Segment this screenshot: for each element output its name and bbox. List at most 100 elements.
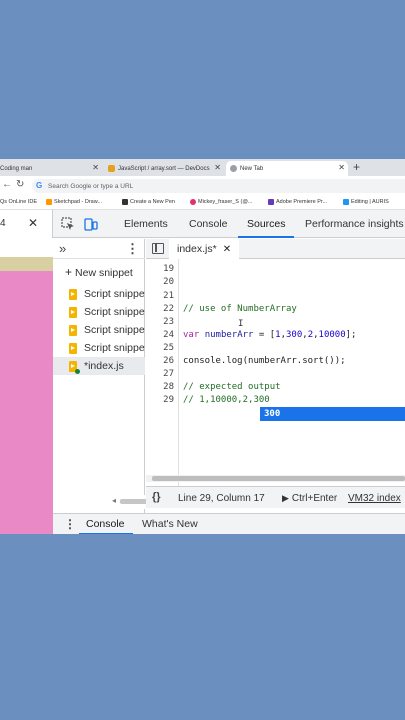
snippet-item[interactable]: Script snippet #2 [69,303,145,321]
snippet-label: Script snippet #4 [84,342,145,354]
preview-banner [0,257,53,271]
browser-tab-devdocs[interactable]: JavaScript / array.sort — DevDocs ✕ [104,161,224,176]
bookmark-item[interactable]: Create a New Pen [122,199,175,205]
bookmark-item[interactable]: Editing | AURIS [343,199,389,205]
code-line-29[interactable]: // 1,10000,2,300 [183,395,270,405]
close-tab-icon[interactable]: ✕ [214,163,221,172]
bookmark-label: Sketchpad - Draw... [54,199,102,205]
google-icon: G [36,181,43,190]
close-icon[interactable]: ✕ [28,216,38,230]
scroll-left-icon[interactable]: ◂ [112,496,116,505]
bookmark-favicon-icon [122,199,128,205]
back-arrow-icon[interactable]: ← [2,179,12,190]
snippet-file-icon [69,288,77,300]
code-line-26[interactable]: console.log(numberArr.sort()); [183,356,346,366]
editor-horizontal-scrollbar[interactable] [146,475,405,482]
code-line-28[interactable]: // expected output [183,382,281,392]
code-line-22[interactable]: // use of NumberArray [183,304,297,314]
drawer-tab-whats-new[interactable]: What's New [142,518,198,530]
autocomplete-suggestion[interactable]: 300 [260,407,405,421]
drawer-tab-console[interactable]: Console [86,518,125,530]
line-number: 20 [163,277,174,287]
browser-tab-coding-man[interactable]: Coding man ✕ [0,161,102,176]
editor-tab-bar: index.js* ✕ [146,239,405,259]
editor-file-tab[interactable]: index.js* ✕ [169,239,240,259]
bookmark-favicon-icon [268,199,274,205]
close-tab-icon[interactable]: ✕ [338,163,345,172]
bookmark-item[interactable]: Qs OnLine IDE [0,199,37,205]
devtools-toolbar: 4 ✕ Elements Console Sources Performance… [0,210,405,238]
bookmark-item[interactable]: Mickey_fraser_S (@... [190,199,252,205]
snippet-item-selected[interactable]: *index.js [53,357,145,375]
reload-icon[interactable]: ↻ [16,179,24,190]
bookmark-label: Mickey_fraser_S (@... [198,199,253,205]
line-number: 26 [163,356,174,366]
more-options-icon[interactable]: ⋮ [126,241,139,257]
tab-sources[interactable]: Sources [247,218,286,230]
devtools-drawer: ⋮ Console What's New [53,513,405,534]
tab-performance-insights[interactable]: Performance insights [305,218,404,230]
code-line-24[interactable]: var numberArr = [1,300,2,10000]; [183,330,356,340]
snippet-item[interactable]: Script snippet #4 [69,339,145,357]
file-tab-label: index.js* [177,243,217,255]
line-number: 22 [163,304,174,314]
omnibox-input[interactable]: G Search Google or type a URL [32,179,405,193]
device-width-value[interactable]: 4 [0,218,6,229]
new-tab-button[interactable]: + [353,160,360,174]
run-snippet-button[interactable]: ▶ Ctrl+Enter [282,493,337,504]
address-bar-row: ← ↻ G Search Google or type a URL [0,176,405,196]
bookmark-favicon-icon [343,199,349,205]
line-number: 23 [163,317,174,327]
page-preview [0,239,53,534]
tab-elements[interactable]: Elements [124,218,168,230]
line-number: 19 [163,264,174,274]
scrollbar-thumb[interactable] [152,476,405,481]
snippet-item[interactable]: Script snippet #3 [69,321,145,339]
bookmark-label: Adobe Premiere Pr... [276,199,328,205]
device-size-field: 4 ✕ [0,210,53,238]
omnibox-placeholder: Search Google or type a URL [48,182,134,190]
code-editor: index.js* ✕ 19 20 21 22 23 24 25 26 27 2… [146,239,405,513]
drawer-menu-icon[interactable]: ⋮ [64,517,76,531]
close-tab-icon[interactable]: ✕ [92,163,99,172]
tab-console[interactable]: Console [189,218,228,230]
cursor-position: Line 29, Column 17 [178,493,265,504]
snippet-label: Script snippet #2 [84,306,145,318]
screen-frame: Coding man ✕ JavaScript / array.sort — D… [0,159,405,534]
navigator-header: » ⋮ [53,239,145,259]
close-icon[interactable]: ✕ [223,244,231,255]
line-number: 27 [163,369,174,379]
bookmarks-bar: Qs OnLine IDE Sketchpad - Draw... Create… [0,196,405,210]
new-snippet-button[interactable]: + New snippet [65,265,133,279]
browser-tab-new-tab[interactable]: New Tab ✕ [226,161,348,176]
source-link[interactable]: VM32 index [348,493,401,504]
sources-navigator: » ⋮ +New snippet Script snippet #1 Scrip… [53,239,198,513]
devdocs-favicon-icon [108,165,115,172]
browser-tab-strip: Coding man ✕ JavaScript / array.sort — D… [0,159,405,176]
modified-indicator [75,369,80,374]
tab-label: Coding man [0,165,33,172]
new-tab-favicon-icon [230,165,237,172]
bookmark-favicon-icon [190,199,196,205]
snippet-label: Script snippet #3 [84,324,145,336]
editor-status-bar: {} Line 29, Column 17 ▶ Ctrl+Enter VM32 i… [146,486,405,508]
mouse-text-cursor-icon: I [238,319,244,329]
pretty-print-icon[interactable]: {} [152,491,161,503]
device-toolbar-icon[interactable] [84,217,98,231]
line-number: 21 [163,291,174,301]
plus-icon: + [65,265,73,279]
bookmark-label: Create a New Pen [130,199,175,205]
bookmark-item[interactable]: Adobe Premiere Pr... [268,199,327,205]
snippet-file-icon [69,324,77,336]
inspect-element-icon[interactable] [61,217,75,231]
play-icon: ▶ [282,493,289,503]
preview-top [0,239,53,257]
more-tabs-chevron-icon[interactable]: » [59,241,66,256]
snippet-item[interactable]: Script snippet #1 [69,285,145,303]
snippet-label: Script snippet #1 [84,288,145,300]
tab-label: New Tab [240,165,264,172]
bookmark-item[interactable]: Sketchpad - Draw... [46,199,102,205]
snippet-label: *index.js [84,360,124,372]
line-number: 28 [163,382,174,392]
toggle-navigator-icon[interactable] [152,243,164,254]
